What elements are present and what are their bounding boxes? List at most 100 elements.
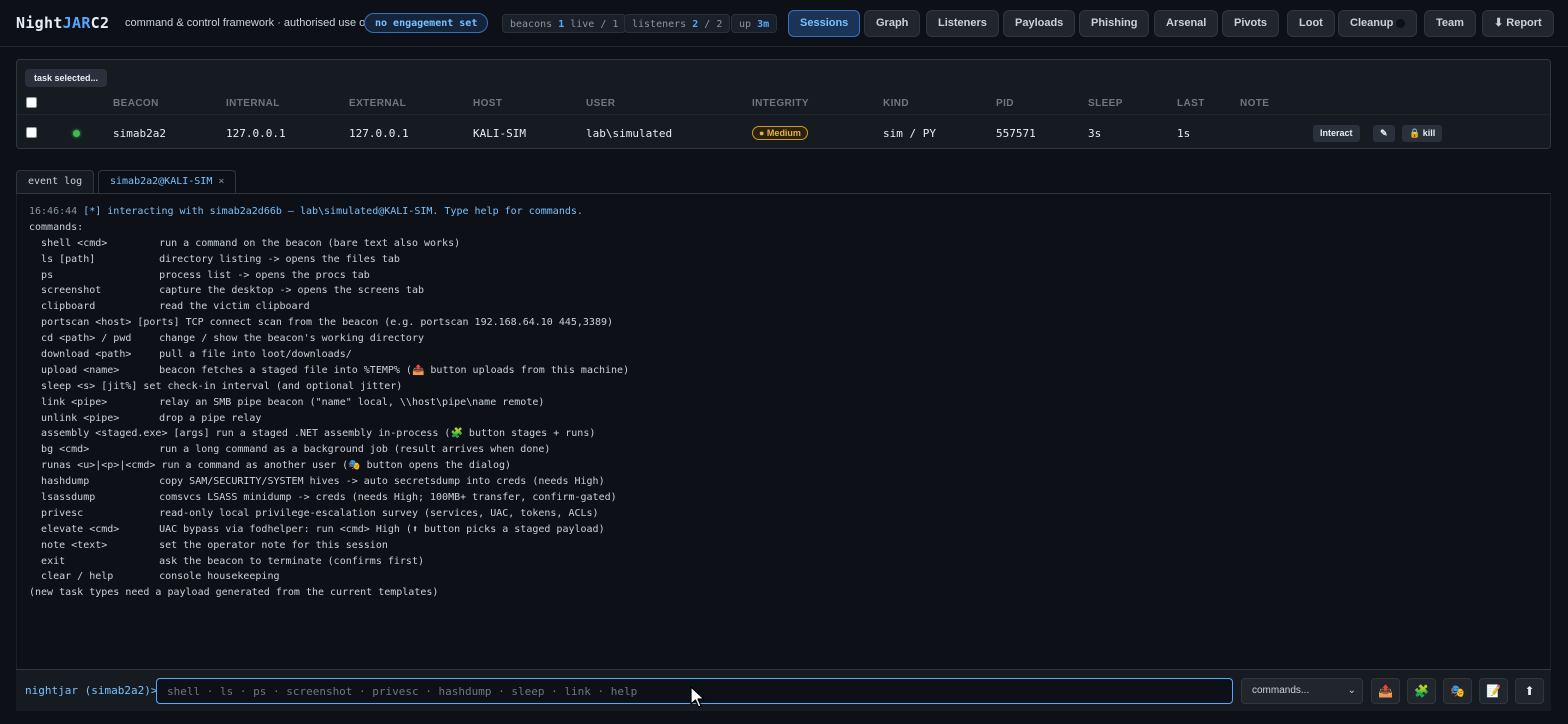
cell-kind: sim / PY [883, 127, 936, 140]
command-help-item: ps process list -> opens the procs tab [29, 268, 1538, 284]
command-name: clipboard [41, 301, 96, 313]
command-description: directory listing -> opens the files tab [159, 253, 400, 265]
console-intro-text: [*] interacting with simab2a2d66b — lab\… [83, 206, 583, 217]
command-description: run a command on the beacon (bare text a… [159, 237, 461, 249]
command-help-item: ls [path] directory listing -> opens the… [29, 252, 1538, 268]
col-header-kind[interactable]: KIND [883, 98, 909, 109]
edit-note-button[interactable]: ✎ [1373, 125, 1395, 142]
command-description: read the victim clipboard [159, 301, 310, 313]
nav-sessions[interactable]: Sessions [788, 10, 861, 37]
col-header-external[interactable]: EXTERNAL [349, 98, 406, 109]
note-memo-icon[interactable]: 📝 [1479, 678, 1508, 704]
command-help-item: clear / help console housekeeping [29, 569, 1538, 585]
nav-listeners[interactable]: Listeners [926, 10, 999, 37]
engagement-badge[interactable]: no engagement set [364, 13, 489, 33]
command-description: beacon fetches a staged file into %TEMP%… [159, 364, 630, 376]
col-header-pid[interactable]: PID [996, 98, 1014, 109]
nav-phishing[interactable]: Phishing [1079, 10, 1150, 37]
command-help-item: portscan <host> [ports] TCP connect scan… [29, 315, 1538, 331]
col-header-internal[interactable]: INTERNAL [226, 98, 280, 109]
tab-close-icon[interactable]: × [218, 176, 224, 187]
elevate-up-arrow-icon[interactable]: ⬆ [1515, 678, 1544, 704]
nav-cleanup-label: Cleanup [1350, 17, 1394, 29]
command-description: comsvcs LSASS minidump -> creds (needs H… [159, 492, 617, 504]
interact-button[interactable]: Interact [1313, 125, 1360, 142]
command-help-item: exit ask the beacon to terminate (confir… [29, 554, 1538, 570]
assembly-puzzle-icon[interactable]: 🧩 [1407, 678, 1436, 704]
console-output[interactable]: 16:46:44 [*] interacting with simab2a2d6… [16, 193, 1551, 669]
command-description: change / show the beacon's working direc… [159, 333, 424, 345]
tab-session-label: simab2a2@KALI-SIM [110, 176, 213, 187]
command-description: drop a pipe relay [159, 412, 262, 424]
command-description: read-only local privilege-escalation sur… [159, 507, 599, 519]
col-header-last[interactable]: LAST [1177, 98, 1205, 109]
command-name: ps [41, 269, 54, 281]
command-help-item: upload <name> beacon fetches a staged fi… [29, 363, 1538, 379]
command-help-item: clipboard read the victim clipboard [29, 299, 1538, 315]
command-name: exit [41, 555, 66, 567]
col-header-beacon[interactable]: BEACON [113, 98, 159, 109]
task-selected-badge[interactable]: task selected... [25, 69, 108, 87]
col-header-integrity[interactable]: INTEGRITY [752, 98, 809, 109]
top-bar: NightJARC2 command & control framework ·… [0, 0, 1568, 47]
tab-session[interactable]: simab2a2@KALI-SIM × [98, 170, 237, 193]
command-help-item: download <path> pull a file into loot/do… [29, 347, 1538, 363]
brand-accent: JAR [62, 14, 91, 32]
nav-team[interactable]: Team [1424, 10, 1476, 37]
command-help-item: screenshot capture the desktop -> opens … [29, 283, 1538, 299]
nav-graph[interactable]: Graph [864, 10, 921, 37]
kill-button[interactable]: 🔒 kill [1402, 125, 1443, 142]
command-description: console housekeeping [159, 571, 280, 583]
listeners-stat-label: listeners [632, 19, 687, 30]
command-help-item: note <text> set the operator note for th… [29, 538, 1538, 554]
runas-mask-icon[interactable]: 🎭 [1443, 678, 1472, 704]
command-help-item: privesc read-only local privilege-escala… [29, 506, 1538, 522]
command-name: runas <u>|<p>|<cmd> [41, 460, 156, 472]
col-header-user[interactable]: USER [586, 98, 615, 109]
cell-last: 1s [1177, 127, 1191, 140]
command-help-item: lsassdump comsvcs LSASS minidump -> cred… [29, 490, 1538, 506]
console-commands-header: commands: [29, 221, 84, 233]
nav-payloads[interactable]: Payloads [1003, 10, 1076, 37]
command-help-item: cd <path> / pwd change / show the beacon… [29, 331, 1538, 347]
command-help-item: sleep <s> [jit%] set check-in interval (… [29, 379, 1538, 395]
select-all-checkbox[interactable] [26, 97, 37, 108]
upload-file-icon[interactable]: 📤 [1371, 678, 1400, 704]
nav-loot[interactable]: Loot [1287, 10, 1335, 37]
cell-sleep: 3s [1088, 127, 1102, 140]
nav-pivots[interactable]: Pivots [1222, 10, 1280, 37]
row-checkbox[interactable] [26, 127, 37, 138]
integrity-badge: ● Medium [752, 126, 808, 140]
nav-arsenal[interactable]: Arsenal [1154, 10, 1219, 37]
col-header-host[interactable]: HOST [473, 98, 502, 109]
command-name: sleep <s> [jit%] [41, 380, 138, 392]
commands-select[interactable]: commands... ⌄ [1241, 678, 1363, 704]
tab-event-log[interactable]: event log [16, 170, 95, 193]
command-name: cd <path> / pwd [41, 333, 132, 345]
listeners-total: / 2 [704, 19, 723, 30]
nav-cleanup[interactable]: Cleanup [1338, 10, 1418, 37]
col-header-sleep[interactable]: SLEEP [1088, 98, 1123, 109]
listeners-active-count: 2 [692, 19, 699, 30]
command-description: copy SAM/SECURITY/SYSTEM hives -> auto s… [159, 476, 605, 488]
beacons-total: live / 1 [570, 19, 619, 30]
command-name: hashdump [41, 476, 90, 488]
cell-internal: 127.0.0.1 [226, 127, 286, 140]
command-name: link <pipe> [41, 396, 108, 408]
command-help-item: link <pipe> relay an SMB pipe beacon ("n… [29, 395, 1538, 411]
command-prompt-bar: nightjar (simab2a2)> commands...⌄ 📤 🧩 🎭 … [16, 669, 1551, 711]
beacons-live-count: 1 [558, 19, 565, 30]
command-description: UAC bypass via fodhelper: run <cmd> High… [159, 523, 605, 535]
command-description: capture the desktop -> opens the screens… [159, 285, 424, 297]
command-name: upload <name> [41, 364, 120, 376]
header-divider [17, 114, 1550, 115]
console-footer-note: (new task types need a payload generated… [29, 587, 439, 599]
col-header-note[interactable]: NOTE [1240, 98, 1269, 109]
command-description: run a staged .NET assembly in-process (🧩… [215, 428, 596, 440]
prompt-label: nightjar (simab2a2)> [25, 684, 158, 697]
beacon-live-status-icon [73, 130, 80, 137]
report-button[interactable]: ⬇ Report [1482, 10, 1554, 37]
command-help-item: elevate <cmd> UAC bypass via fodhelper: … [29, 522, 1538, 538]
command-name: unlink <pipe> [41, 412, 120, 424]
command-description: process list -> opens the procs tab [159, 269, 370, 281]
